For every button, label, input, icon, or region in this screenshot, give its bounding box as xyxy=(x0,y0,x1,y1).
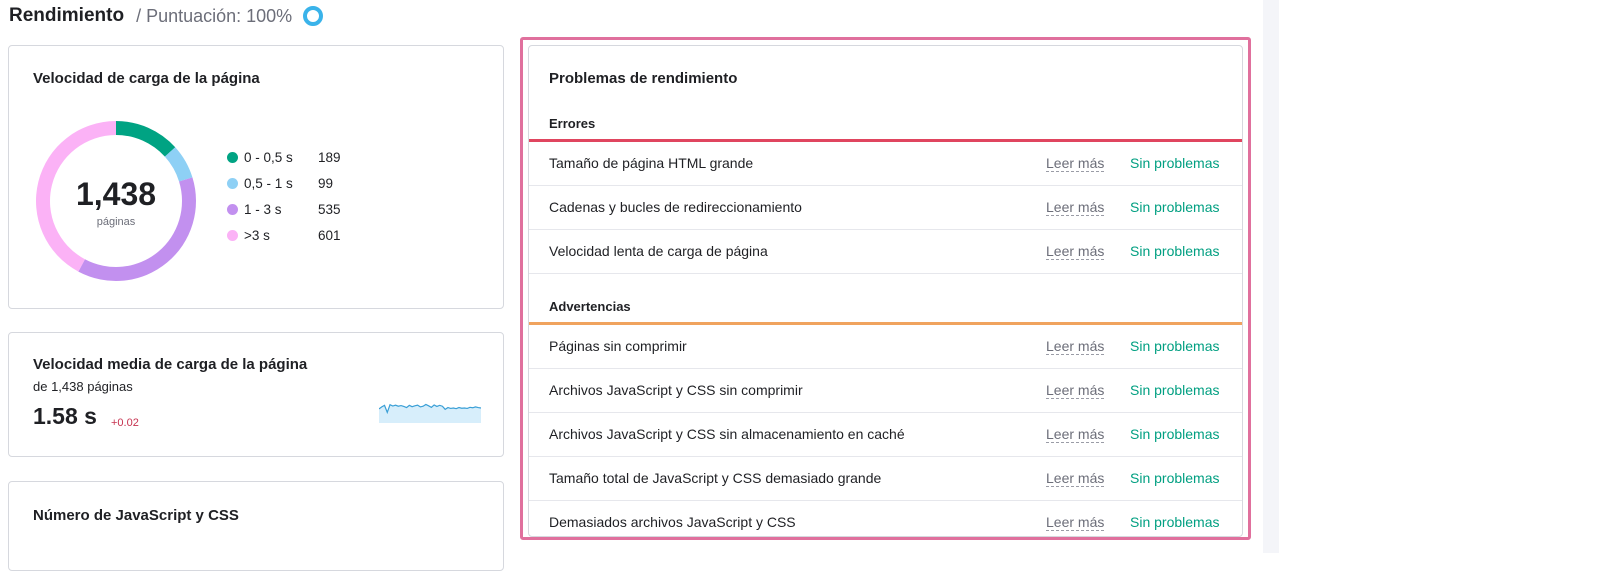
score-text: / Puntuación: 100% xyxy=(136,5,293,26)
legend-dot xyxy=(227,203,238,215)
donut-total: 1,438 xyxy=(75,176,157,212)
load-speed-donut[interactable]: 1,438 páginas xyxy=(33,118,199,284)
avg-speed-value: 1.58 s xyxy=(33,403,97,429)
issue-row: Tamaño de página HTML grande Leer más Si… xyxy=(529,142,1242,186)
js-css-count-card: Número de JavaScript y CSS xyxy=(8,481,504,571)
issue-name: Tamaño de página HTML grande xyxy=(549,155,754,171)
load-speed-title: Velocidad de carga de la página xyxy=(33,70,260,87)
issue-status[interactable]: Sin problemas xyxy=(1130,155,1220,171)
issue-status[interactable]: Sin problemas xyxy=(1130,338,1220,354)
issue-row: Archivos JavaScript y CSS sin almacenami… xyxy=(529,413,1242,457)
read-more-link[interactable]: Leer más xyxy=(1046,155,1105,172)
issue-status[interactable]: Sin problemas xyxy=(1130,199,1220,215)
issue-name: Archivos JavaScript y CSS sin almacenami… xyxy=(549,426,905,442)
issue-name: Cadenas y bucles de redireccionamiento xyxy=(549,199,802,215)
legend-count: 189 xyxy=(318,149,341,165)
issue-status[interactable]: Sin problemas xyxy=(1130,514,1220,530)
avg-speed-delta: +0.02 xyxy=(111,417,139,429)
issue-row: Tamaño total de JavaScript y CSS demasia… xyxy=(529,457,1242,501)
issue-name: Velocidad lenta de carga de página xyxy=(549,243,768,259)
issue-row: Velocidad lenta de carga de página Leer … xyxy=(529,230,1242,274)
score-ring-icon xyxy=(303,6,324,26)
avg-speed-sparkline[interactable] xyxy=(379,395,481,423)
donut-segment-0-05s[interactable] xyxy=(116,121,176,157)
issue-status[interactable]: Sin problemas xyxy=(1130,426,1220,442)
issue-name: Demasiados archivos JavaScript y CSS xyxy=(549,514,796,530)
side-panel-strip xyxy=(1263,0,1279,553)
issue-status[interactable]: Sin problemas xyxy=(1130,243,1220,259)
issue-status[interactable]: Sin problemas xyxy=(1130,470,1220,486)
donut-legend: 0 - 0,5 s 189 0,5 - 1 s 99 1 - 3 s 535 >… xyxy=(227,144,341,248)
legend-item-05-1s[interactable]: 0,5 - 1 s 99 xyxy=(227,170,341,196)
performance-issues-title: Problemas de rendimiento xyxy=(549,70,738,87)
avg-speed-subtitle: de 1,438 páginas xyxy=(33,379,133,394)
legend-dot xyxy=(227,177,238,189)
legend-dot xyxy=(227,151,238,163)
issue-name: Archivos JavaScript y CSS sin comprimir xyxy=(549,382,803,398)
issue-row: Páginas sin comprimir Leer más Sin probl… xyxy=(529,325,1242,369)
legend-dot xyxy=(227,229,238,241)
read-more-link[interactable]: Leer más xyxy=(1046,243,1105,260)
donut-total-label: páginas xyxy=(96,216,136,228)
sparkline-area xyxy=(379,404,481,423)
page-title-text: Rendimiento xyxy=(9,5,125,26)
legend-item-over-3s[interactable]: >3 s 601 xyxy=(227,222,341,248)
warnings-heading: Advertencias xyxy=(549,299,631,314)
read-more-link[interactable]: Leer más xyxy=(1046,199,1105,216)
legend-count: 99 xyxy=(318,175,334,191)
legend-count: 601 xyxy=(318,227,341,243)
read-more-link[interactable]: Leer más xyxy=(1046,382,1105,399)
issue-name: Páginas sin comprimir xyxy=(549,338,687,354)
read-more-link[interactable]: Leer más xyxy=(1046,426,1105,443)
read-more-link[interactable]: Leer más xyxy=(1046,470,1105,487)
issue-row: Demasiados archivos JavaScript y CSS Lee… xyxy=(529,501,1242,536)
issue-name: Tamaño total de JavaScript y CSS demasia… xyxy=(549,470,882,486)
legend-item-1-3s[interactable]: 1 - 3 s 535 xyxy=(227,196,341,222)
legend-label: >3 s xyxy=(244,227,270,243)
read-more-link[interactable]: Leer más xyxy=(1046,338,1105,355)
legend-label: 1 - 3 s xyxy=(244,201,282,217)
issue-status[interactable]: Sin problemas xyxy=(1130,382,1220,398)
issue-row: Cadenas y bucles de redireccionamiento L… xyxy=(529,186,1242,230)
js-css-count-title: Número de JavaScript y CSS xyxy=(33,507,239,524)
avg-speed-card: Velocidad media de carga de la página de… xyxy=(8,332,504,457)
legend-label: 0 - 0,5 s xyxy=(244,149,293,165)
read-more-link[interactable]: Leer más xyxy=(1046,514,1105,531)
legend-item-0-05s[interactable]: 0 - 0,5 s 189 xyxy=(227,144,341,170)
page-title: Rendimiento / Puntuación: 100% xyxy=(9,4,324,28)
legend-count: 535 xyxy=(318,201,341,217)
performance-issues-card: Problemas de rendimiento Errores Tamaño … xyxy=(528,45,1243,537)
avg-speed-title: Velocidad media de carga de la página xyxy=(33,356,308,373)
errors-heading: Errores xyxy=(549,116,596,131)
legend-label: 0,5 - 1 s xyxy=(244,175,293,191)
load-speed-card: Velocidad de carga de la página 1,438 pá… xyxy=(8,45,504,309)
issue-row: Archivos JavaScript y CSS sin comprimir … xyxy=(529,369,1242,413)
